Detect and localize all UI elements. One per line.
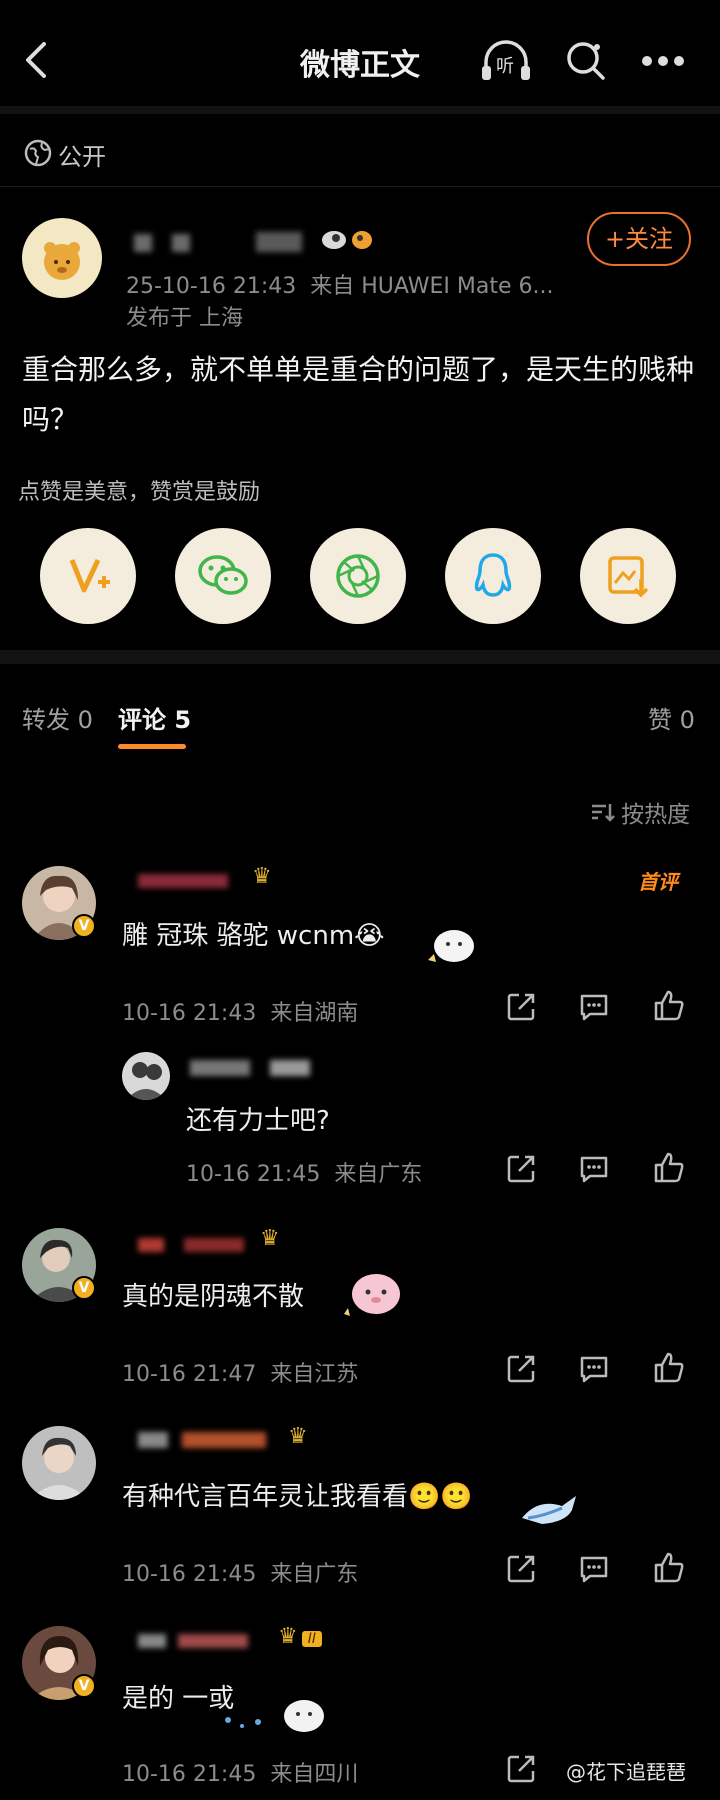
sticker-icon [424, 920, 478, 970]
reply-name-blurred [190, 1058, 340, 1078]
section-divider [0, 650, 720, 664]
reply-text: 还有力士吧? [186, 1106, 330, 1136]
reply-icon[interactable] [578, 1153, 610, 1185]
reply-icon[interactable] [578, 1353, 610, 1385]
verified-badge-icon: V [72, 1674, 96, 1698]
comment-source: 来自湖南 [270, 1001, 359, 1026]
comment-source: 来自四川 [270, 1762, 359, 1787]
crown-icon: ♛ [288, 1424, 308, 1449]
post-location: 发布于 上海 [126, 306, 243, 331]
share-icon[interactable] [505, 1353, 537, 1385]
reply-meta: 10-16 21:45 来自广东 [186, 1156, 422, 1188]
wechat-icon [198, 555, 248, 595]
comment-meta: 10-16 21:45 来自广东 [122, 1556, 358, 1588]
share-wechat-button[interactable] [175, 528, 271, 624]
crown-level-icon: ♛ II [278, 1624, 322, 1649]
decoration-icon [320, 226, 376, 254]
reply-icon[interactable] [578, 991, 610, 1023]
reward-slogan: 点赞是美意，赞赏是鼓励 [18, 480, 261, 505]
visibility-divider [0, 186, 720, 187]
globe-icon [24, 139, 52, 167]
comment-name-blurred [138, 1236, 258, 1254]
whale-sticker-icon [518, 1488, 582, 1532]
share-icon[interactable] [505, 991, 537, 1023]
comment-text: 真的是阴魂不散 [122, 1282, 305, 1312]
verified-badge-icon: V [72, 914, 96, 938]
comment-name-blurred [138, 872, 238, 890]
header-divider [0, 106, 720, 114]
share-save-image-button[interactable] [580, 528, 676, 624]
watermark: @花下追琵琶 [566, 1760, 686, 1784]
comment-meta: 10-16 21:47 来自江苏 [122, 1356, 358, 1388]
share-moments-button[interactable] [310, 528, 406, 624]
share-icon[interactable] [505, 1753, 537, 1785]
post-source: 来自 HUAWEI Mate 6... [310, 274, 554, 299]
reply-time: 10-16 21:45 [186, 1162, 321, 1187]
tab-comments[interactable]: 评论 5 [118, 700, 191, 735]
comment-text: 有种代言百年灵让我看看🙂🙂 [122, 1482, 473, 1512]
sticker-icon [338, 1264, 406, 1328]
post-meta: 25-10-16 21:43 来自 HUAWEI Mate 6... [126, 268, 553, 300]
comment-time: 10-16 21:45 [122, 1762, 257, 1787]
comment-time: 10-16 21:45 [122, 1562, 257, 1587]
comment-time: 10-16 21:43 [122, 1001, 257, 1026]
comment-time: 10-16 21:47 [122, 1362, 257, 1387]
tab-repost[interactable]: 转发 0 [22, 700, 93, 735]
comment-source: 来自江苏 [270, 1362, 359, 1387]
comment-meta: 10-16 21:45 来自四川 [122, 1756, 358, 1788]
like-icon[interactable] [652, 989, 684, 1021]
share-icon[interactable] [505, 1153, 537, 1185]
bubble-sticker-icon [218, 1690, 328, 1740]
v-plus-icon [69, 558, 110, 593]
listen-icon[interactable]: 听 [478, 36, 534, 86]
visibility-label: 公开 [58, 143, 106, 171]
more-icon[interactable] [640, 54, 686, 68]
qq-icon [474, 553, 512, 597]
like-icon[interactable] [652, 1351, 684, 1383]
verified-badge-icon: V [72, 1276, 96, 1300]
sort-label: 按热度 [621, 802, 691, 828]
comment-text: 雕 冠珠 骆驼 wcnm😭 [122, 921, 385, 951]
crown-icon: ♛ [260, 1226, 280, 1251]
post-time: 25-10-16 21:43 [126, 274, 297, 299]
comment-meta: 10-16 21:43 来自湖南 [122, 995, 358, 1027]
author-avatar[interactable] [22, 218, 102, 298]
search-icon[interactable] [563, 38, 609, 84]
page-title: 微博正文 [300, 48, 420, 83]
listen-label: 听 [496, 56, 514, 77]
reply-icon[interactable] [578, 1553, 610, 1585]
sort-icon [590, 800, 616, 824]
like-icon[interactable] [652, 1551, 684, 1583]
comment-name-blurred [138, 1430, 278, 1450]
tab-likes[interactable]: 赞 0 [648, 700, 695, 735]
author-name-blurred [134, 232, 334, 254]
comment-name-blurred [138, 1632, 268, 1650]
moments-icon [336, 554, 380, 598]
comment-avatar[interactable] [22, 1426, 96, 1500]
reply-avatar[interactable] [122, 1052, 170, 1100]
share-icon[interactable] [505, 1553, 537, 1585]
tab-active-indicator [118, 744, 186, 749]
crown-icon: ♛ [252, 864, 272, 889]
follow-button[interactable]: +关注 [587, 212, 691, 266]
post-content: 重合那么多，就不单单是重合的问题了，是天生的贱种吗？ [22, 353, 695, 436]
share-qq-button[interactable] [445, 528, 541, 624]
save-image-icon [608, 556, 649, 598]
first-comment-badge: 首评 [638, 870, 678, 894]
sort-button[interactable]: 按热度 [590, 795, 690, 829]
share-v-plus-button[interactable] [40, 528, 136, 624]
like-icon[interactable] [652, 1151, 684, 1183]
comment-source: 来自广东 [270, 1562, 359, 1587]
reply-source: 来自广东 [334, 1162, 423, 1187]
